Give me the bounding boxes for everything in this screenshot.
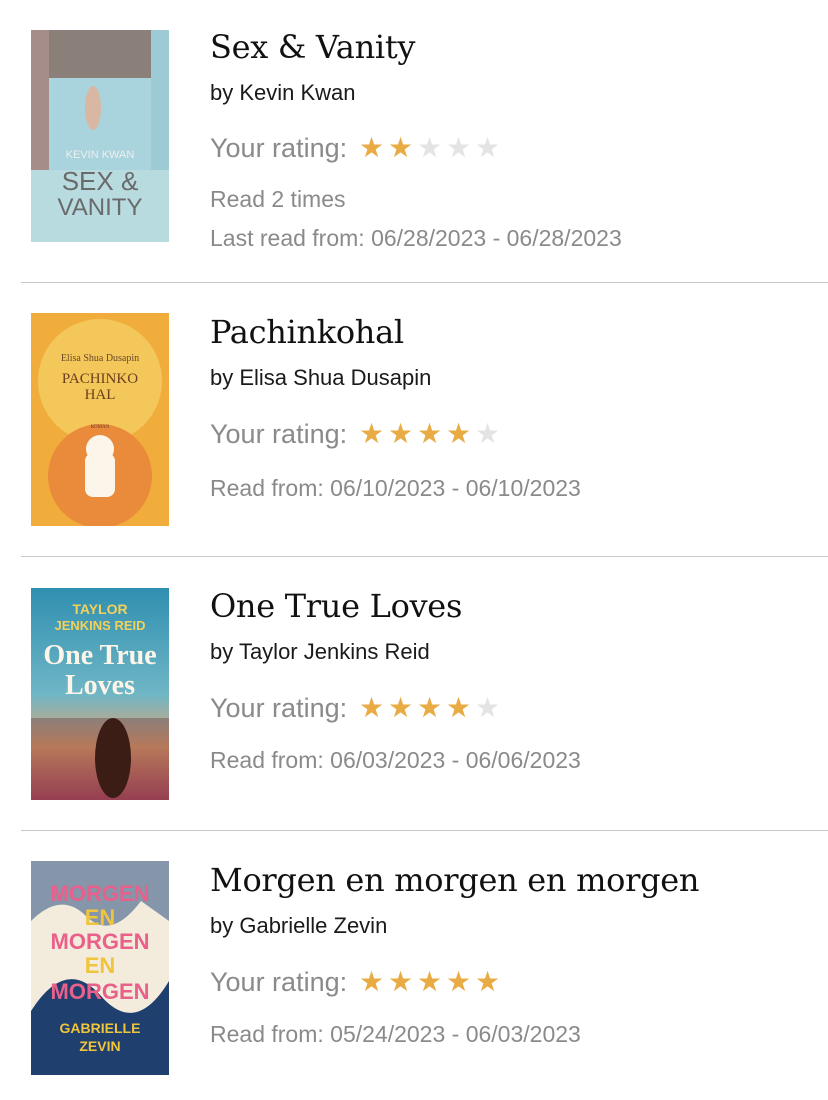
book-info: Sex & Vanity by Kevin Kwan Your rating: … — [210, 0, 818, 283]
book-info: Pachinkohal by Elisa Shua Dusapin Your r… — [210, 283, 818, 556]
star-icon[interactable]: ★ — [357, 694, 386, 722]
star-icon[interactable]: ★ — [444, 420, 473, 448]
star-icon[interactable]: ★ — [357, 968, 386, 996]
book-author[interactable]: by Elisa Shua Dusapin — [210, 365, 431, 391]
star-icon[interactable]: ★ — [386, 694, 415, 722]
book-title[interactable]: Morgen en morgen en morgen — [210, 861, 700, 899]
cover-text: SEX & — [62, 166, 139, 196]
star-icon[interactable]: ★ — [473, 694, 502, 722]
star-icon[interactable]: ★ — [386, 420, 415, 448]
star-icon[interactable]: ★ — [415, 968, 444, 996]
cover-text: EN — [85, 953, 116, 978]
cover-text: GABRIELLE — [60, 1020, 141, 1036]
cover-text: One True — [43, 640, 156, 671]
star-icon[interactable]: ★ — [386, 134, 415, 162]
read-dates: Last read from: 06/28/2023 - 06/28/2023 — [210, 225, 622, 251]
star-rating[interactable]: ★ ★ ★ ★ ★ — [357, 968, 502, 996]
rating-label: Your rating: — [210, 418, 348, 449]
book-author[interactable]: by Gabrielle Zevin — [210, 913, 387, 939]
cover-text: Elisa Shua Dusapin — [61, 353, 139, 364]
star-icon[interactable]: ★ — [357, 420, 386, 448]
star-rating[interactable]: ★ ★ ★ ★ ★ — [357, 420, 502, 448]
star-icon[interactable]: ★ — [473, 968, 502, 996]
cover-text: Loves — [65, 670, 135, 701]
read-dates: Read from: 06/03/2023 - 06/06/2023 — [210, 747, 581, 773]
rating-row: Your rating: ★ ★ ★ ★ ★ — [210, 416, 502, 452]
rating-label: Your rating: — [210, 132, 348, 163]
book-cover[interactable]: Elisa Shua Dusapin PACHINKO HAL ROMAN — [31, 313, 169, 526]
book-cover[interactable]: KEVIN KWAN SEX & VANITY — [31, 30, 169, 242]
read-dates: Read from: 05/24/2023 - 06/03/2023 — [210, 1021, 581, 1047]
cover-text: KEVIN KWAN — [66, 149, 135, 161]
star-icon[interactable]: ★ — [473, 134, 502, 162]
book-title[interactable]: One True Loves — [210, 587, 462, 625]
cover-text: JENKINS REID — [54, 618, 145, 633]
book-row[interactable]: KEVIN KWAN SEX & VANITY Sex & Vanity by … — [0, 0, 828, 283]
cover-text: MORGEN — [51, 929, 150, 954]
star-icon[interactable]: ★ — [473, 420, 502, 448]
star-icon[interactable]: ★ — [444, 968, 473, 996]
book-row[interactable]: TAYLOR JENKINS REID One True Loves One T… — [0, 557, 828, 830]
star-rating[interactable]: ★ ★ ★ ★ ★ — [357, 134, 502, 162]
cover-text: ROMAN — [91, 425, 110, 430]
read-count: Read 2 times — [210, 186, 346, 212]
book-row[interactable]: MORGEN EN MORGEN EN MORGEN GABRIELLE ZEV… — [0, 831, 828, 1100]
star-rating[interactable]: ★ ★ ★ ★ ★ — [357, 694, 502, 722]
rating-label: Your rating: — [210, 692, 348, 723]
star-icon[interactable]: ★ — [444, 694, 473, 722]
book-row[interactable]: Elisa Shua Dusapin PACHINKO HAL ROMAN Pa… — [0, 283, 828, 556]
cover-text: ZEVIN — [79, 1038, 120, 1054]
book-author[interactable]: by Kevin Kwan — [210, 80, 356, 106]
star-icon[interactable]: ★ — [415, 134, 444, 162]
cover-text: MORGEN — [51, 979, 150, 1004]
book-title[interactable]: Pachinkohal — [210, 313, 404, 351]
book-info: One True Loves by Taylor Jenkins Reid Yo… — [210, 557, 818, 830]
star-icon[interactable]: ★ — [415, 694, 444, 722]
star-icon[interactable]: ★ — [386, 968, 415, 996]
book-title[interactable]: Sex & Vanity — [210, 28, 415, 66]
book-cover[interactable]: TAYLOR JENKINS REID One True Loves — [31, 588, 169, 800]
cover-text: HAL — [85, 387, 116, 403]
star-icon[interactable]: ★ — [444, 134, 473, 162]
read-dates: Read from: 06/10/2023 - 06/10/2023 — [210, 475, 581, 501]
book-author[interactable]: by Taylor Jenkins Reid — [210, 639, 430, 665]
cover-text: MORGEN — [51, 881, 150, 906]
star-icon[interactable]: ★ — [357, 134, 386, 162]
star-icon[interactable]: ★ — [415, 420, 444, 448]
book-cover[interactable]: MORGEN EN MORGEN EN MORGEN GABRIELLE ZEV… — [31, 861, 169, 1075]
cover-text: VANITY — [58, 194, 143, 221]
cover-text: EN — [85, 905, 116, 930]
book-info: Morgen en morgen en morgen by Gabrielle … — [210, 831, 818, 1100]
cover-text: TAYLOR — [72, 601, 127, 617]
rating-row: Your rating: ★ ★ ★ ★ ★ — [210, 964, 502, 1000]
cover-text: PACHINKO — [62, 371, 138, 387]
rating-row: Your rating: ★ ★ ★ ★ ★ — [210, 690, 502, 726]
rating-row: Your rating: ★ ★ ★ ★ ★ — [210, 130, 502, 166]
rating-label: Your rating: — [210, 966, 348, 997]
